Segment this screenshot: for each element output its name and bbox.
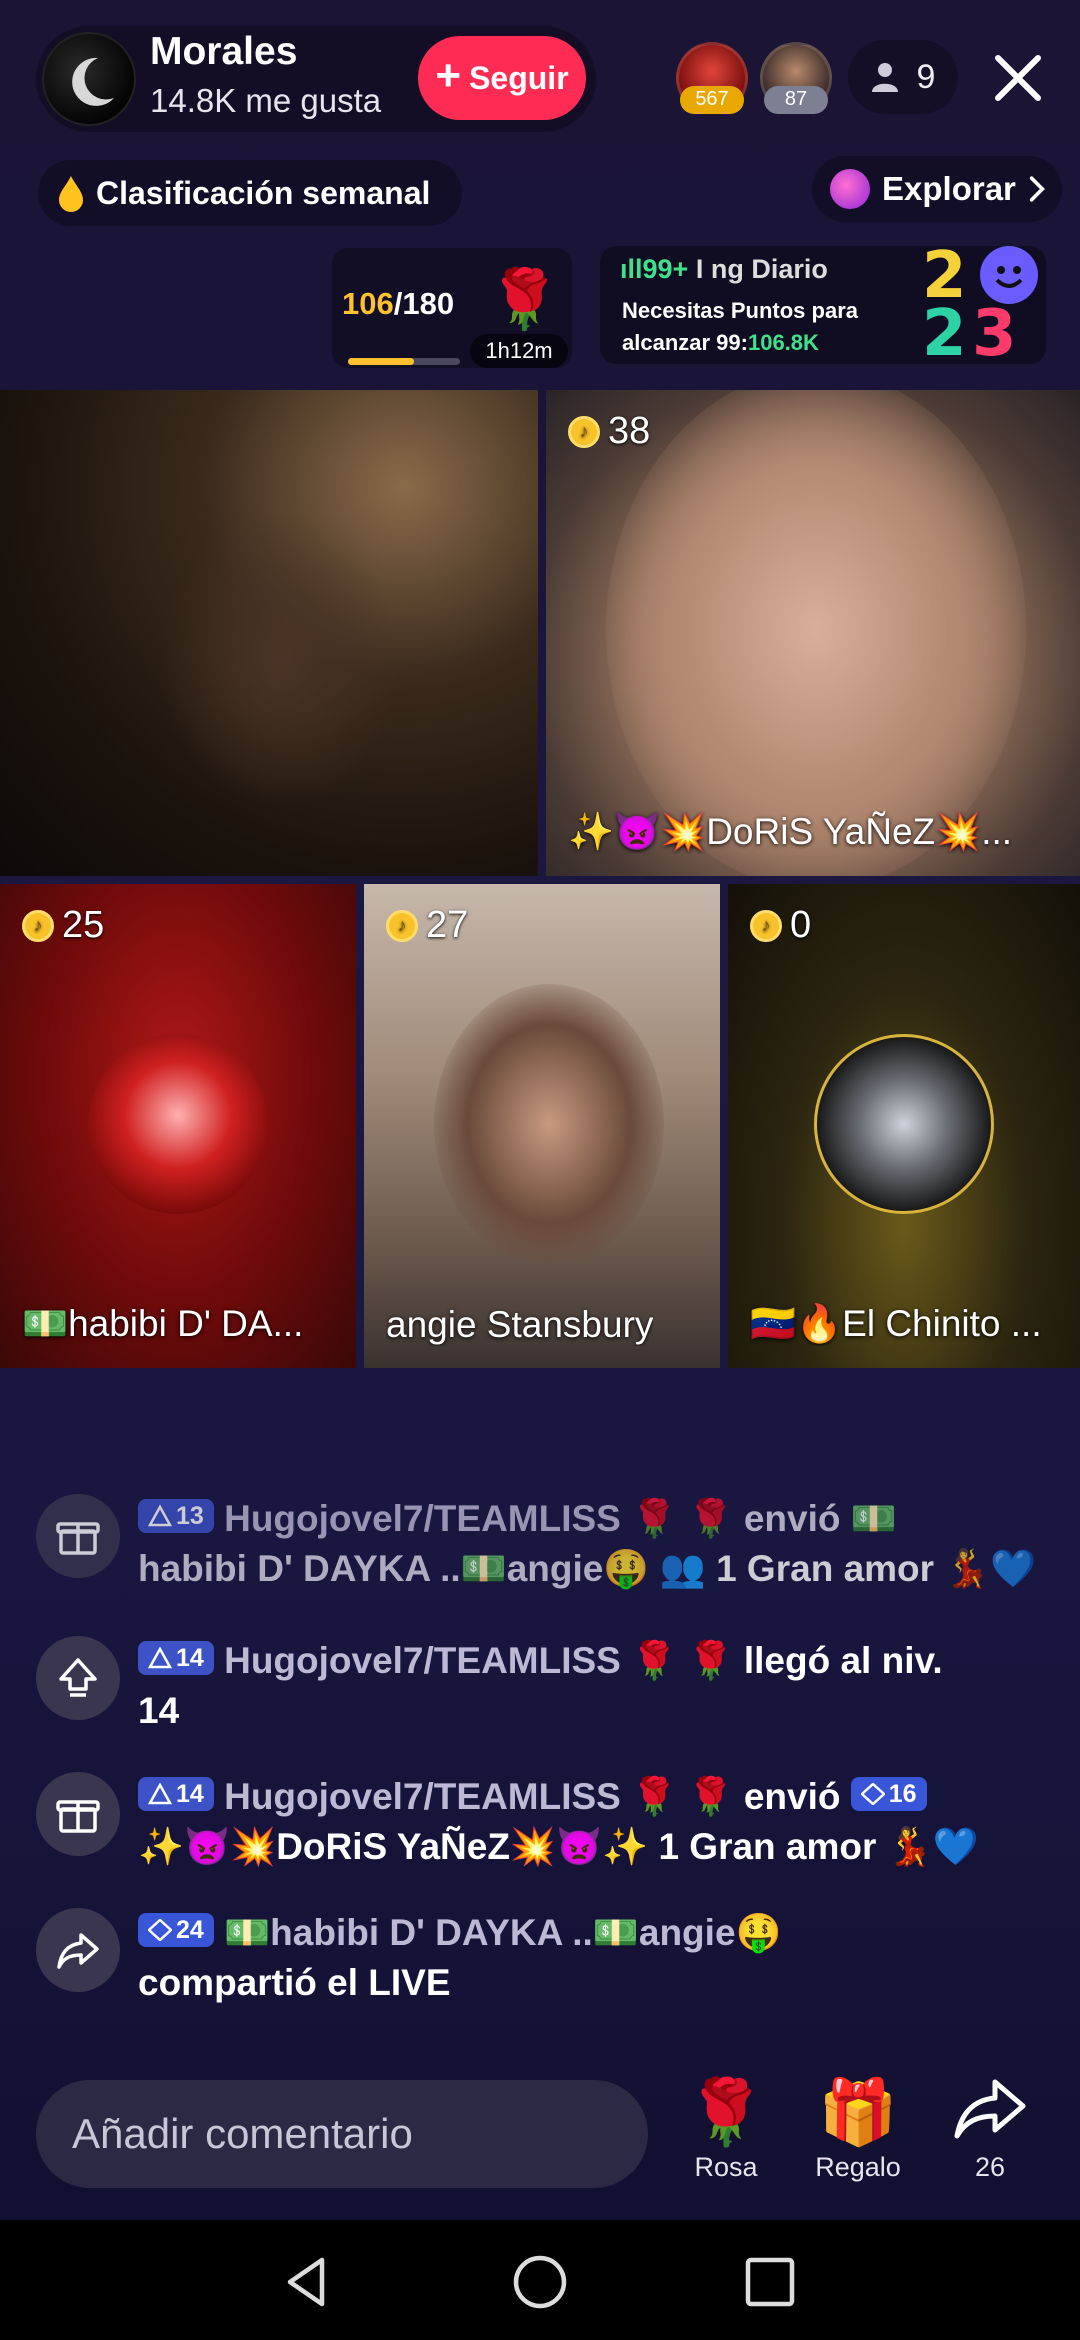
gift-box-icon: 🎁 [818,2076,898,2148]
signal-icon: ıll [620,254,643,284]
nav-back-button[interactable] [278,2252,338,2312]
rose-icon: 🌹 [488,267,561,332]
rose-icon: 🌹 [686,2076,766,2148]
home-circle-icon [513,2255,567,2309]
follow-label: Seguir [469,59,569,96]
flame-icon [59,176,83,212]
goal-current: 106 [342,286,394,321]
video-feed [160,510,400,810]
coin-icon: ♪ [568,415,600,448]
guest-video-tile[interactable]: ♪ 38 ✨👿💥DoRiS YaÑeZ💥... [546,390,1080,876]
follow-button[interactable]: + Seguir [418,36,586,120]
chat-text: 13 Hugojovel7/TEAMLISS 🌹 🌹 envió 💵 habib… [138,1498,1037,1589]
tile-guest-name: angie Stansbury [386,1304,654,1345]
close-icon [995,55,1041,101]
planet-icon [830,169,870,209]
year-digit: 3 [972,297,1017,371]
viewer-count: 9 [916,57,936,96]
nav-recents-button[interactable] [740,2252,800,2312]
guest-video-tile[interactable]: ♪ 25 💵habibi D' DA... [0,884,356,1368]
guest-video-tile[interactable]: ♪ 27 angie Stansbury [364,884,720,1368]
tile-score: ♪ 0 [750,904,811,947]
tile-guest-name: 🇻🇪🔥El Chinito ... [750,1303,1042,1344]
plus-icon: + [435,51,462,100]
share-arrow-icon [930,2076,1050,2152]
video-feed [434,984,664,1264]
chat-username[interactable]: Hugojovel7/TEAMLISS [224,1640,621,1681]
comment-input[interactable]: Añadir comentario [36,2080,648,2188]
share-count: 26 [974,2152,1006,2182]
chat-username[interactable]: Hugojovel7/TEAMLISS [224,1498,621,1539]
chat-username[interactable]: Hugojovel7/TEAMLISS [224,1776,621,1817]
guest-avatar [88,1034,268,1214]
top-viewer-score: 567 [680,86,744,114]
daily-ranking-line2: alcanzar 99:106.8K [622,330,819,355]
fan-badge: 24 [138,1913,214,1947]
daily-ranking-title: ıll99+ I ng Diario [620,254,828,284]
tile-score: ♪ 38 [568,410,650,453]
share-icon [36,1908,120,1992]
explore-button[interactable]: Explorar [812,156,1062,222]
gift-label: Regalo [815,2152,901,2182]
back-triangle-icon [287,2257,325,2307]
viewer-count-button[interactable]: 9 [848,40,958,114]
goal-progress-fill [348,358,415,365]
tile-guest-name: ✨👿💥DoRiS YaÑeZ💥... [568,811,1013,852]
goal-timer: 1h12m [470,334,568,368]
coin-icon: ♪ [386,909,418,942]
guest-avatar [814,1034,994,1214]
group-icon: 👥 [659,1548,706,1589]
chat-text: 14 Hugojovel7/TEAMLISS 🌹 🌹 envió 16 ✨👿💥D… [138,1776,979,1867]
close-button[interactable] [990,50,1046,106]
chat-text: 14 Hugojovel7/TEAMLISS 🌹 🌹 llegó al niv.… [138,1640,943,1731]
chevron-right-icon [1029,176,1045,202]
moon-icon [72,57,114,106]
tile-score: ♪ 27 [386,904,468,947]
tile-score: ♪ 25 [22,904,104,947]
host-likes: 14.8K me gusta [150,82,382,119]
rose-gift-button[interactable]: 🌹 Rosa [666,2076,786,2183]
host-avatar[interactable] [42,32,136,126]
person-icon [871,63,898,92]
goal-target: /180 [393,286,455,321]
gift-button[interactable]: 🎁 Regalo [798,2076,918,2183]
guest-video-tile[interactable]: ♪ 0 🇻🇪🔥El Chinito ... [728,884,1080,1368]
host-name: Morales [150,30,298,73]
explore-label: Explorar [882,170,1016,207]
top-viewer-score: 87 [764,86,828,114]
recents-square-icon [745,2257,795,2307]
gift-icon [36,1494,120,1578]
chat-text: 24 💵habibi D' DAYKA ..💵angie🤑 compartió … [138,1912,782,2003]
year-digit: 2 [922,297,967,371]
coin-icon: ♪ [22,909,54,942]
coin-icon: ♪ [750,909,782,942]
fan-badge: 16 [850,1777,927,1811]
goal-progress-text: 106/180 [342,286,454,322]
gift-icon [36,1772,120,1856]
weekly-ranking-pill[interactable]: Clasificación semanal [38,160,462,226]
share-button[interactable]: 26 [930,2076,1050,2183]
smiley-icon [980,246,1038,304]
chat-username[interactable]: 💵habibi D' DAYKA ..💵angie🤑 [224,1912,782,1953]
level-badge: 14 [138,1641,214,1675]
nav-home-button[interactable] [510,2252,570,2312]
level-badge: 14 [138,1777,214,1811]
video-feed [606,390,1026,876]
tile-guest-name: 💵habibi D' DA... [22,1303,304,1344]
ranking-label: Clasificación semanal [96,174,431,211]
rose-label: Rosa [694,2152,758,2182]
level-up-icon [36,1636,120,1720]
daily-ranking-line1: Necesitas Puntos para [622,298,858,323]
guest-video-tile[interactable] [0,390,538,876]
level-badge: 13 [138,1499,214,1533]
